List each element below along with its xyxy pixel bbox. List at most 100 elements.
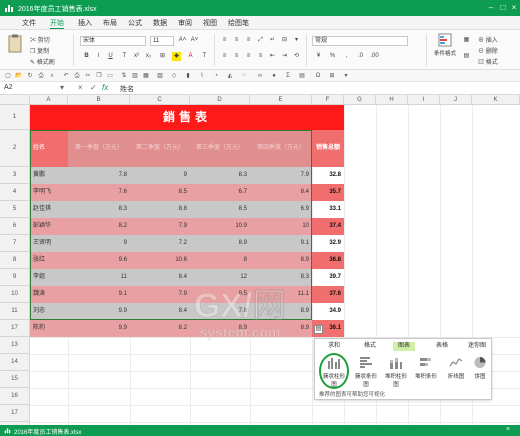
search-icon[interactable]: ⌕ [48,72,56,80]
percent-icon[interactable]: % [328,52,337,61]
minimize-icon[interactable]: – [486,3,496,13]
fill-color-icon[interactable]: ◆ [172,52,181,61]
menu-insert[interactable]: 插入 [78,18,92,28]
justify-icon[interactable]: ≡ [256,52,265,61]
quick-analysis-button[interactable]: ▤ [314,325,323,334]
print-icon[interactable]: ⎙ [73,72,81,80]
menu-draw[interactable]: 绘图笔 [228,18,249,28]
cut-small-icon[interactable]: ✂ [84,72,92,80]
clear-format-icon[interactable]: T [200,52,209,61]
qa-tab-format[interactable]: 格式 [359,342,381,351]
line-chart-icon[interactable]: ⌇ [198,72,206,80]
qa-tab-sparklines[interactable]: 迷你图 [463,342,491,351]
format-cells-icon[interactable]: ▥ [478,60,484,66]
column-header-e[interactable]: E [250,95,312,105]
row-header[interactable]: 16 [0,388,30,405]
column-header-c[interactable]: C [130,95,190,105]
maximize-icon[interactable]: □ [498,3,508,13]
menu-home[interactable]: 开始 [50,18,64,29]
bar-chart-icon[interactable]: ▮ [184,72,192,80]
menu-data[interactable]: 数据 [153,18,167,28]
area-chart-icon[interactable]: ◭ [226,72,234,80]
conditional-format-button[interactable]: 条件格式 [432,33,458,65]
cut-icon[interactable]: ✂ [30,38,36,44]
total-cell[interactable]: 37.4 [312,218,344,235]
pie-chart-icon[interactable]: ◔ [212,72,220,80]
chart-small-icon[interactable]: ▥ [131,72,139,80]
copy-label[interactable]: 复制 [37,49,49,55]
name-cell[interactable]: 陈豹 [30,320,68,337]
row-header[interactable]: 11 [0,303,30,320]
pie-chart-option[interactable]: 饼图 [467,355,493,387]
menu-review[interactable]: 审阅 [178,18,192,28]
close-icon[interactable]: × [509,3,519,13]
column-header-i[interactable]: I [408,95,440,105]
column-header-f[interactable]: F [312,95,344,105]
table-small-icon[interactable]: ▦ [142,72,150,80]
shape-icon[interactable]: ◇ [170,72,178,80]
align-top-icon[interactable]: ≡ [220,36,229,45]
font-color-icon[interactable]: A [186,52,195,61]
font-size-select[interactable]: 11 [150,36,174,46]
font-name-select[interactable]: 宋体 [80,36,146,46]
decrease-indent-icon[interactable]: ⇤ [268,52,277,61]
row-header[interactable]: 7 [0,235,30,252]
sheet-title[interactable]: 銷售表 [30,105,344,130]
row-header[interactable]: 3 [0,167,30,184]
insert-cells-icon[interactable]: ⊕ [478,38,484,44]
save-icon[interactable]: ↻ [26,72,34,80]
header-cell[interactable]: 销售总额 [312,130,344,167]
format-icon[interactable]: ⊞ [328,72,336,80]
increase-indent-icon[interactable]: ⇥ [280,52,289,61]
row-header[interactable]: 6 [0,218,30,235]
insert-function-icon[interactable]: fx [102,83,108,92]
color-icon[interactable]: ● [270,72,278,80]
cut-label[interactable]: 剪切 [38,38,50,44]
menu-file[interactable]: 文件 [22,18,36,28]
row-header[interactable]: 10 [0,286,30,303]
merge-center-icon[interactable]: ⊟ [280,36,289,45]
paste-small-icon[interactable]: ▭ [106,72,114,80]
new-file-icon[interactable]: ▢ [4,72,12,80]
total-cell[interactable]: 36.8 [312,252,344,269]
more-icon[interactable]: ▾ [342,72,350,80]
italic-icon[interactable]: I [94,52,103,61]
merge-dropdown-icon[interactable]: ▾ [292,36,301,45]
increase-decimal-icon[interactable]: .0 [356,52,365,61]
column-header-j[interactable]: J [440,95,472,105]
row-header[interactable]: 9 [0,269,30,286]
stacked-column-chart-option[interactable]: 堆积柱形图 [383,355,409,388]
currency-icon[interactable]: ¥ [314,52,323,61]
row-header[interactable]: 17 [0,320,30,337]
align-bottom-icon[interactable]: ≡ [244,36,253,45]
qa-tab-sum[interactable]: 求和 [323,342,345,351]
border-icon[interactable]: ⊞ [158,52,167,61]
clustered-bar-chart-option[interactable]: 簇状条形图 [353,355,379,388]
underline-icon[interactable]: U [106,52,115,61]
total-cell[interactable]: 35.7 [312,184,344,201]
total-cell[interactable]: 32.9 [312,235,344,252]
format-painter-label[interactable]: 格式刷 [37,60,55,66]
font-grow-icon[interactable]: A˄ [178,36,187,45]
insert-cells-label[interactable]: 插入 [486,38,498,44]
copy-small-icon[interactable]: ❐ [95,72,103,80]
align-left-icon[interactable]: ≡ [220,52,229,61]
qa-tab-table[interactable]: 表格 [431,342,453,351]
number-format-select[interactable]: 常规 [312,36,408,46]
cancel-icon[interactable]: × [78,83,83,92]
name-box-dropdown-icon[interactable]: ▾ [60,83,64,92]
column-header-a[interactable]: A [30,95,68,105]
row-header[interactable]: 1 [0,105,30,130]
cell-style-icon[interactable]: ▤ [462,52,471,61]
superscript-icon[interactable]: x² [132,52,141,61]
row-header[interactable]: 15 [0,371,30,388]
qa-tab-charts[interactable]: 图表 [393,342,416,351]
print-preview-icon[interactable]: ⎙ [37,72,45,80]
line-chart-option[interactable]: 折线图 [443,355,469,387]
column-header-g[interactable]: G [344,95,376,105]
menu-view[interactable]: 视图 [203,18,217,28]
orientation-icon[interactable]: ⟲ [292,52,301,61]
total-cell[interactable]: 34.9 [312,303,344,320]
menu-formulas[interactable]: 公式 [128,18,142,28]
total-cell[interactable]: 37.6 [312,286,344,303]
